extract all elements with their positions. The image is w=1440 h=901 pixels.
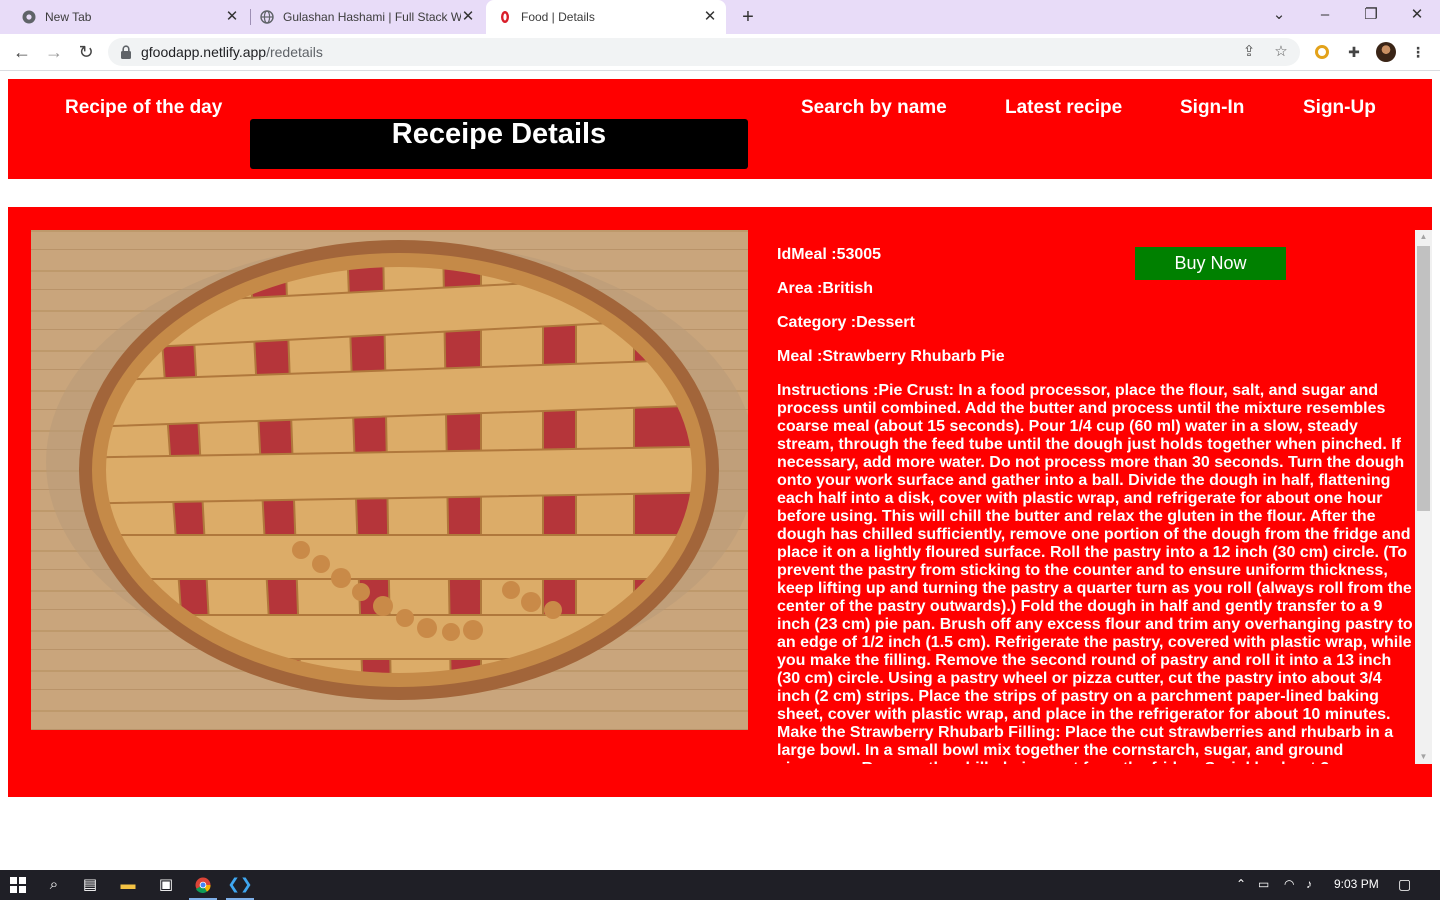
clock-time[interactable]: 9:03 PM [1334, 877, 1379, 891]
page-title: Receipe Details [391, 118, 607, 150]
tab-new-tab[interactable]: New Tab ✕ [8, 0, 248, 34]
site-header: Recipe of the day Receipe Details Search… [8, 79, 1432, 179]
food-app-favicon-icon [501, 11, 509, 23]
tab-portfolio[interactable]: Gulashan Hashami | Full Stack Web Develo… [252, 0, 484, 34]
tab-title: New Tab [45, 10, 92, 24]
recipe-card: IdMeal :53005 Area :British Category :De… [8, 207, 1432, 797]
restore-icon[interactable]: ❐ [1348, 0, 1394, 30]
meal-category: Category :Dessert [777, 314, 915, 331]
nav-sign-in[interactable]: Sign-In [1180, 97, 1244, 119]
back-arrow-icon[interactable]: ← [10, 40, 34, 64]
windows-start-icon[interactable] [0, 873, 36, 897]
browser-tab-strip: New Tab ✕ Gulashan Hashami | Full Stack … [0, 0, 1440, 34]
forward-arrow-icon[interactable]: → [42, 40, 66, 64]
bookmark-star-icon[interactable]: ☆ [1272, 43, 1290, 61]
address-bar[interactable]: gfoodapp.netlify.app/redetails ⇪ ☆ [108, 38, 1300, 66]
scroll-down-arrow-icon[interactable]: ▼ [1415, 750, 1432, 764]
task-view-icon[interactable]: ▤ [72, 873, 108, 897]
tab-title: Gulashan Hashami | Full Stack Web Develo… [283, 10, 461, 24]
nav-search-by-name[interactable]: Search by name [801, 97, 947, 119]
tab-food-details[interactable]: Food | Details ✕ [486, 0, 726, 34]
reload-icon[interactable]: ↻ [74, 40, 98, 64]
scroll-up-arrow-icon[interactable]: ▲ [1415, 230, 1432, 244]
close-window-icon[interactable]: ✕ [1394, 0, 1440, 30]
notifications-icon[interactable]: ▢ [1398, 876, 1411, 893]
url-path: /redetails [266, 44, 323, 60]
toolbar-divider [0, 70, 1440, 71]
extensions-puzzle-icon[interactable]: ✚ [1344, 42, 1364, 62]
meal-area: Area :British [777, 280, 874, 297]
lock-icon [121, 45, 131, 59]
tab-divider [250, 9, 251, 25]
search-icon[interactable]: ⌕ [36, 873, 72, 897]
menu-dots-icon[interactable]: ⋮ [1408, 42, 1428, 62]
store-icon[interactable]: ▣ [148, 873, 184, 897]
file-explorer-icon[interactable]: ▬ [110, 873, 146, 897]
nav-sign-up[interactable]: Sign-Up [1303, 97, 1376, 119]
nav-recipe-of-the-day[interactable]: Recipe of the day [65, 97, 222, 119]
chrome-taskbar-icon[interactable] [185, 873, 221, 900]
url-domain: gfoodapp.netlify.app [141, 44, 267, 60]
extension-badge-icon[interactable] [1312, 42, 1332, 62]
details-scrollbar[interactable]: ▲ ▼ [1415, 230, 1432, 764]
pie-illustration [31, 230, 748, 730]
close-tab-icon[interactable]: ✕ [460, 9, 476, 25]
meal-name: Meal :Strawberry Rhubarb Pie [777, 348, 1005, 365]
tab-search-icon[interactable]: ⌄ [1256, 0, 1302, 30]
volume-icon[interactable]: ♪ [1306, 877, 1312, 891]
close-tab-icon[interactable]: ✕ [702, 9, 718, 25]
meal-instructions: Instructions :Pie Crust: In a food proce… [777, 382, 1413, 764]
tab-title: Food | Details [521, 10, 595, 24]
tray-chevron-up-icon[interactable]: ⌃ [1236, 877, 1246, 891]
scrollbar-thumb[interactable] [1417, 246, 1430, 511]
windows-taskbar: ⌕ ▤ ▬ ▣ ❮❯ ⌃ ▭ ◠ ♪ 9:03 PM ▢ [0, 870, 1440, 900]
page-title-box: Receipe Details [250, 118, 748, 169]
share-icon[interactable]: ⇪ [1240, 43, 1258, 61]
recipe-details: IdMeal :53005 Area :British Category :De… [777, 230, 1413, 764]
minimize-icon[interactable]: – [1302, 0, 1348, 30]
battery-icon[interactable]: ▭ [1258, 877, 1269, 891]
close-tab-icon[interactable]: ✕ [224, 9, 240, 25]
recipe-image [31, 230, 748, 730]
url-text: gfoodapp.netlify.app/redetails [141, 44, 323, 60]
profile-avatar[interactable] [1376, 42, 1396, 62]
wifi-icon[interactable]: ◠ [1284, 877, 1294, 891]
globe-icon [260, 10, 274, 24]
vscode-icon[interactable]: ❮❯ [222, 873, 258, 900]
buy-now-button[interactable]: Buy Now [1135, 247, 1286, 280]
browser-toolbar: ← → ↻ gfoodapp.netlify.app/redetails ⇪ ☆… [0, 34, 1440, 70]
new-tab-button[interactable]: + [736, 5, 760, 29]
nav-latest-recipe[interactable]: Latest recipe [1005, 97, 1122, 119]
chrome-logo-icon [22, 10, 36, 24]
meal-id: IdMeal :53005 [777, 246, 882, 263]
